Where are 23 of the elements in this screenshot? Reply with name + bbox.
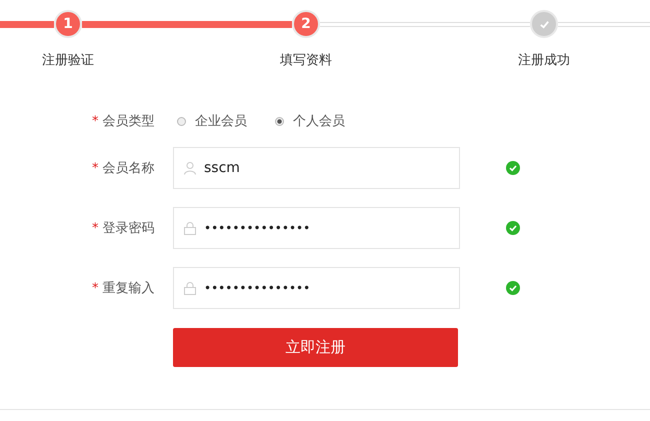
- input-field[interactable]: •••••••••••••••: [173, 207, 460, 249]
- field-label: 会员名称: [102, 161, 154, 176]
- lock-icon: [183, 221, 197, 235]
- radio-option[interactable]: 个人会员: [275, 112, 345, 130]
- field-label: 会员类型: [102, 114, 154, 129]
- required-mark: *: [92, 114, 98, 129]
- field-label: 重复输入: [102, 281, 154, 296]
- required-mark: *: [92, 161, 98, 176]
- input-field[interactable]: sscm: [173, 147, 460, 189]
- user-icon: [183, 161, 197, 175]
- radio-option[interactable]: 企业会员: [177, 112, 247, 130]
- required-mark: *: [92, 221, 98, 236]
- input-field[interactable]: •••••••••••••••: [173, 267, 460, 309]
- step-label: 注册成功: [518, 52, 570, 69]
- step-label: 注册验证: [42, 52, 94, 69]
- register-button[interactable]: 立即注册: [173, 328, 458, 367]
- step-circle: 2: [292, 10, 320, 38]
- lock-icon: [183, 281, 197, 295]
- required-mark: *: [92, 281, 98, 296]
- field-label: 登录密码: [102, 221, 154, 236]
- step-circle: 1: [54, 10, 82, 38]
- check-icon: [538, 18, 550, 30]
- step-label: 填写资料: [280, 52, 332, 69]
